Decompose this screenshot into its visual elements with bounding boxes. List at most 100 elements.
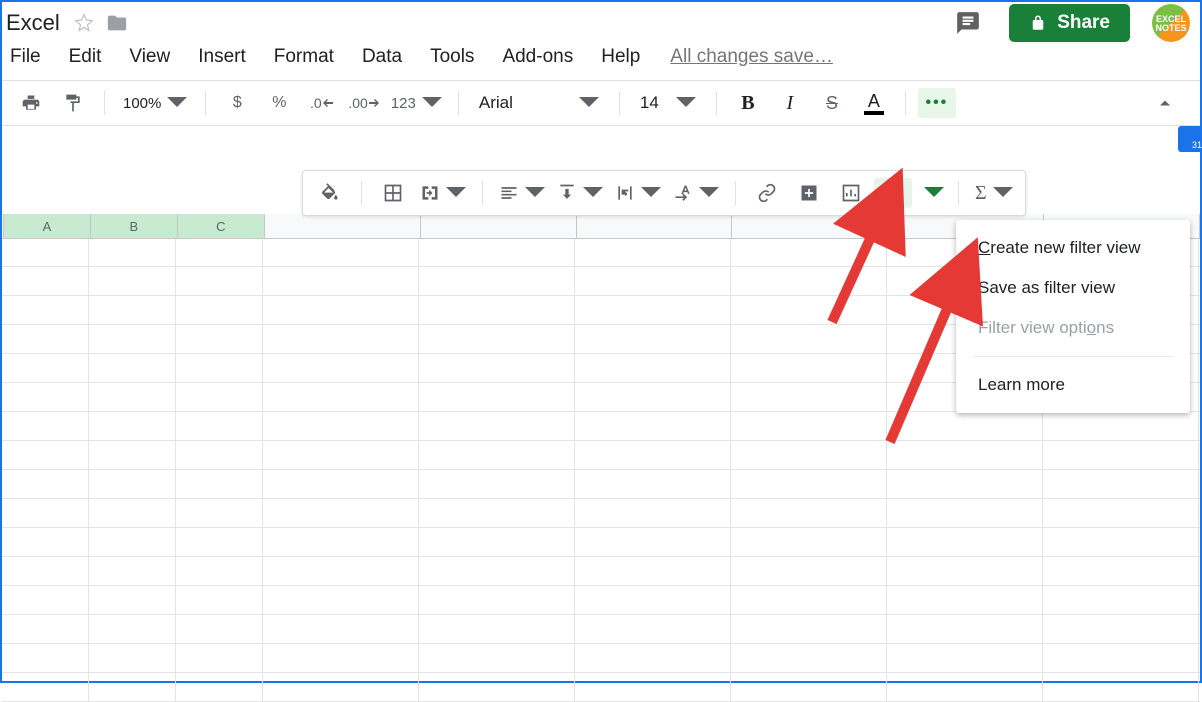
text-rotation-button[interactable] [669, 178, 723, 208]
grid-cell[interactable] [731, 615, 887, 643]
star-icon[interactable] [74, 13, 94, 33]
grid-cell[interactable] [419, 325, 575, 353]
grid-cell[interactable] [419, 615, 575, 643]
grid-cell[interactable] [2, 586, 89, 614]
grid-cell[interactable] [731, 673, 887, 701]
grid-cell[interactable] [1043, 557, 1199, 585]
menu-tools[interactable]: Tools [426, 44, 478, 70]
grid-cell[interactable] [575, 586, 731, 614]
column-header-blank[interactable] [265, 214, 421, 238]
grid-cell[interactable] [887, 499, 1043, 527]
grid-cell[interactable] [1043, 586, 1199, 614]
grid-cell[interactable] [575, 673, 731, 701]
merge-cells-button[interactable] [416, 178, 470, 208]
grid-cell[interactable] [263, 470, 419, 498]
menu-format[interactable]: Format [270, 44, 338, 70]
grid-cell[interactable] [575, 267, 731, 295]
strikethrough-button[interactable]: S [813, 88, 851, 118]
grid-cell[interactable] [419, 267, 575, 295]
borders-button[interactable] [374, 178, 412, 208]
grid-cell[interactable] [263, 354, 419, 382]
bold-button[interactable]: B [729, 88, 767, 118]
grid-cell[interactable] [89, 238, 176, 266]
grid-cell[interactable] [89, 325, 176, 353]
account-avatar[interactable]: EXCEL NOTES [1152, 4, 1190, 42]
grid-cell[interactable] [89, 412, 176, 440]
grid-cell[interactable] [575, 296, 731, 324]
grid-cell[interactable] [89, 267, 176, 295]
grid-cell[interactable] [2, 238, 89, 266]
grid-cell[interactable] [89, 296, 176, 324]
grid-cell[interactable] [419, 557, 575, 585]
grid-cell[interactable] [731, 383, 887, 411]
grid-cell[interactable] [419, 528, 575, 556]
grid-cell[interactable] [419, 354, 575, 382]
menu-addons[interactable]: Add-ons [498, 44, 577, 70]
functions-button[interactable]: Σ [971, 178, 1017, 208]
column-header-B[interactable]: B [91, 214, 178, 238]
grid-cell[interactable] [2, 296, 89, 324]
grid-cell[interactable] [89, 528, 176, 556]
grid-cell[interactable] [263, 325, 419, 353]
text-color-button[interactable]: A [855, 88, 893, 118]
grid-cell[interactable] [2, 615, 89, 643]
grid-cell[interactable] [575, 325, 731, 353]
grid-cell[interactable] [176, 238, 263, 266]
format-percent-button[interactable]: % [260, 88, 298, 118]
grid-cell[interactable] [263, 644, 419, 672]
grid-cell[interactable] [176, 296, 263, 324]
grid-cell[interactable] [176, 499, 263, 527]
grid-cell[interactable] [2, 557, 89, 585]
grid-cell[interactable] [887, 615, 1043, 643]
grid-cell[interactable] [176, 325, 263, 353]
font-family-select[interactable]: Arial [471, 88, 607, 118]
grid-cell[interactable] [887, 644, 1043, 672]
grid-cell[interactable] [89, 441, 176, 469]
grid-cell[interactable] [176, 557, 263, 585]
folder-icon[interactable] [104, 12, 130, 34]
column-header-C[interactable]: C [178, 214, 265, 238]
document-title[interactable]: Excel [6, 10, 60, 36]
share-button[interactable]: Share [1009, 4, 1130, 42]
grid-cell[interactable] [176, 441, 263, 469]
grid-cell[interactable] [176, 267, 263, 295]
comments-button[interactable] [951, 6, 985, 40]
menu-item-create-filter-view[interactable]: Create new filter view [956, 228, 1190, 268]
grid-cell[interactable] [263, 267, 419, 295]
grid-cell[interactable] [263, 499, 419, 527]
grid-cell[interactable] [1043, 673, 1199, 701]
grid-cell[interactable] [419, 470, 575, 498]
grid-cell[interactable] [731, 586, 887, 614]
grid-cell[interactable] [1043, 615, 1199, 643]
menu-edit[interactable]: Edit [65, 44, 106, 70]
grid-cell[interactable] [731, 557, 887, 585]
grid-cell[interactable] [89, 499, 176, 527]
grid-cell[interactable] [176, 673, 263, 701]
grid-cell[interactable] [419, 412, 575, 440]
grid-cell[interactable] [731, 441, 887, 469]
grid-cell[interactable] [263, 528, 419, 556]
grid-cell[interactable] [89, 557, 176, 585]
grid-cell[interactable] [575, 557, 731, 585]
grid-cell[interactable] [1043, 441, 1199, 469]
grid-cell[interactable] [1043, 499, 1199, 527]
grid-cell[interactable] [1043, 528, 1199, 556]
grid-cell[interactable] [2, 644, 89, 672]
increase-decimal-button[interactable]: .00 [344, 88, 382, 118]
grid-cell[interactable] [176, 528, 263, 556]
grid-cell[interactable] [575, 412, 731, 440]
filter-dropdown-button[interactable] [916, 178, 946, 208]
grid-cell[interactable] [575, 238, 731, 266]
menu-help[interactable]: Help [597, 44, 644, 70]
grid-cell[interactable] [419, 441, 575, 469]
decrease-decimal-button[interactable]: .0 [302, 88, 340, 118]
grid-cell[interactable] [575, 644, 731, 672]
format-currency-button[interactable]: $ [218, 88, 256, 118]
grid-cell[interactable] [731, 412, 887, 440]
grid-cell[interactable] [263, 441, 419, 469]
grid-cell[interactable] [887, 557, 1043, 585]
grid-cell[interactable] [2, 354, 89, 382]
grid-cell[interactable] [263, 615, 419, 643]
menu-insert[interactable]: Insert [194, 44, 250, 70]
menu-file[interactable]: File [6, 44, 45, 70]
